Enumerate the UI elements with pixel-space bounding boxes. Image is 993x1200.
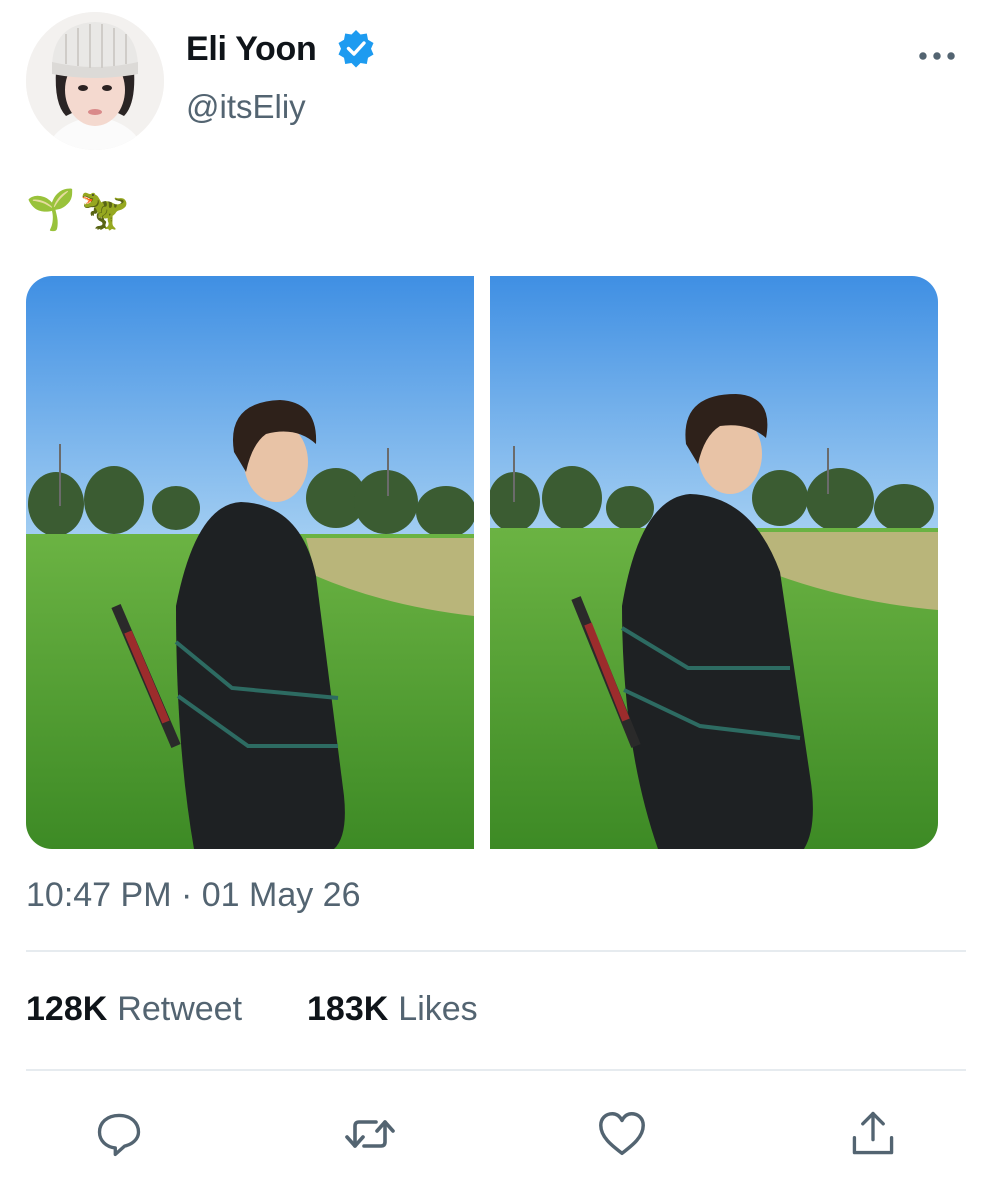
- more-options-button[interactable]: [914, 40, 960, 72]
- tweet-timestamp[interactable]: 10:47 PM · 01 May 26: [26, 876, 361, 915]
- verified-badge-icon: [336, 28, 376, 68]
- tweet-photo-1[interactable]: [26, 276, 474, 849]
- likes-count: 183K: [307, 990, 389, 1028]
- reply-icon: [97, 1113, 141, 1157]
- photo-1-image: [26, 276, 474, 849]
- divider: [26, 950, 966, 952]
- heart-icon: [599, 1112, 645, 1156]
- author-name[interactable]: Eli Yoon: [186, 30, 317, 69]
- avatar-image: [26, 12, 164, 150]
- share-button[interactable]: [845, 1106, 901, 1162]
- author-handle[interactable]: @itsEliy: [186, 88, 306, 126]
- likes-label: Likes: [398, 990, 478, 1028]
- share-icon: [852, 1111, 894, 1155]
- like-button[interactable]: [594, 1106, 650, 1162]
- tweet-photo-2[interactable]: [490, 276, 938, 849]
- more-horizontal-icon: [919, 52, 955, 60]
- divider: [26, 1069, 966, 1071]
- tweet-text: 🌱🦖: [26, 188, 134, 232]
- retweets-stat[interactable]: 128K Retweet: [26, 990, 242, 1029]
- reply-button[interactable]: [91, 1106, 147, 1162]
- retweets-label: Retweet: [117, 990, 243, 1028]
- retweets-count: 128K: [26, 990, 108, 1028]
- photo-2-image: [490, 276, 938, 849]
- avatar[interactable]: [26, 12, 164, 150]
- retweet-button[interactable]: [342, 1106, 398, 1162]
- likes-stat[interactable]: 183K Likes: [307, 990, 478, 1029]
- tweet-card: Eli Yoon @itsEliy 🌱🦖 10:47 PM · 01 May 2…: [0, 0, 993, 1200]
- retweet-icon: [345, 1120, 395, 1148]
